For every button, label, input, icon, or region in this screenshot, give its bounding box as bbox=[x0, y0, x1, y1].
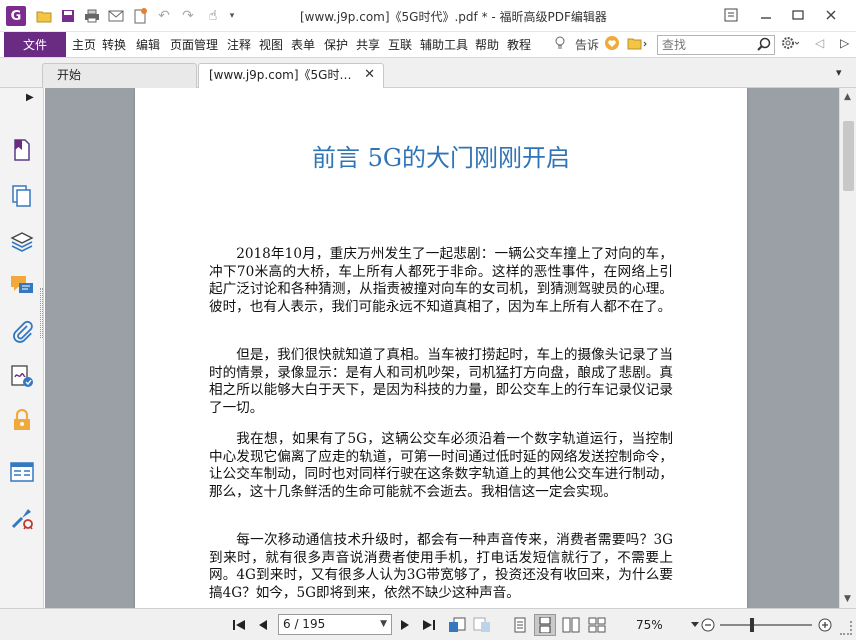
next-page-icon[interactable] bbox=[396, 616, 414, 634]
first-page-icon[interactable] bbox=[230, 616, 248, 634]
menu-convert[interactable]: 转换 bbox=[102, 36, 126, 53]
search-box[interactable] bbox=[657, 35, 775, 55]
continuous-view-icon[interactable] bbox=[534, 614, 556, 636]
status-bar: 6 / 195 ▼ 75% bbox=[0, 608, 856, 640]
chevron-down-icon[interactable]: ▼ bbox=[380, 615, 387, 634]
close-icon[interactable]: ✕ bbox=[364, 64, 375, 86]
previous-page-icon[interactable] bbox=[254, 616, 272, 634]
print-icon[interactable] bbox=[82, 6, 102, 26]
tab-bar: 开始 [www.j9p.com]《5G时… ✕ ▾ bbox=[0, 58, 856, 88]
tab-document[interactable]: [www.j9p.com]《5G时… ✕ bbox=[198, 63, 384, 88]
search-icon[interactable] bbox=[757, 37, 771, 55]
maximize-icon[interactable] bbox=[784, 4, 812, 26]
dropdown-icon[interactable]: ▾ bbox=[222, 6, 242, 26]
undo-icon[interactable]: ↶ bbox=[154, 6, 174, 26]
zoom-level[interactable]: 75% bbox=[636, 618, 663, 632]
document-paragraph: 每一次移动通信技术升级时，都会有一种声音传来，消费者需要吗？3G到来时，就有很多… bbox=[209, 532, 673, 601]
lightbulb-icon[interactable] bbox=[554, 36, 566, 53]
file-menu-button[interactable]: 文件 bbox=[4, 32, 66, 57]
app-logo-icon[interactable]: G bbox=[6, 6, 26, 26]
search-input[interactable] bbox=[658, 36, 754, 54]
menu-accessibility[interactable]: 辅助工具 bbox=[420, 36, 468, 53]
title-bar: G ↶ ↷ ☝ ▾ [www.j9p.com]《5G时代》.pdf * - 福昕… bbox=[0, 0, 856, 32]
redo-icon[interactable]: ↷ bbox=[178, 6, 198, 26]
heart-icon[interactable] bbox=[604, 35, 620, 54]
attachment-icon[interactable] bbox=[10, 320, 34, 344]
menu-form[interactable]: 表单 bbox=[291, 36, 315, 53]
menu-connect[interactable]: 互联 bbox=[388, 36, 412, 53]
restore-icon[interactable] bbox=[717, 4, 745, 26]
tell-me-label[interactable]: 告诉 bbox=[575, 36, 599, 53]
zoom-slider[interactable] bbox=[720, 624, 812, 626]
zoom-out-icon[interactable] bbox=[699, 616, 717, 634]
single-page-view-icon[interactable] bbox=[511, 616, 529, 634]
menu-bar: 文件 主页 转换 编辑 页面管理 注释 视图 表单 保护 共享 互联 辅助工具 … bbox=[0, 32, 856, 58]
layers-icon[interactable] bbox=[10, 230, 34, 254]
page-indicator: 6 / 195 bbox=[283, 617, 326, 631]
zoom-slider-handle[interactable] bbox=[750, 618, 755, 632]
window-title: [www.j9p.com]《5G时代》.pdf * - 福昕高级PDF编辑器 bbox=[300, 10, 607, 24]
tab-start[interactable]: 开始 bbox=[42, 63, 197, 88]
tools-icon[interactable] bbox=[10, 506, 34, 530]
ribbon-left-icon[interactable]: ◁ bbox=[815, 36, 824, 50]
menu-protect[interactable]: 保护 bbox=[324, 36, 348, 53]
open-icon[interactable] bbox=[34, 6, 54, 26]
close-icon[interactable] bbox=[817, 4, 845, 26]
expand-sidebar-icon[interactable]: ▶ bbox=[26, 92, 34, 103]
next-view-icon[interactable] bbox=[473, 616, 491, 634]
menu-comment[interactable]: 注释 bbox=[227, 36, 251, 53]
menu-view[interactable]: 视图 bbox=[259, 36, 283, 53]
document-paragraph: 但是，我们很快就知道了真相。当车被打捞起时，车上的摄像头记录了当时的情景，录像显… bbox=[209, 347, 673, 416]
zoom-in-icon[interactable] bbox=[816, 616, 834, 634]
hand-tool-icon[interactable]: ☝ bbox=[203, 6, 223, 26]
last-page-icon[interactable] bbox=[420, 616, 438, 634]
form-fields-icon[interactable] bbox=[10, 460, 34, 484]
new-icon[interactable] bbox=[130, 6, 150, 26]
previous-view-icon[interactable] bbox=[448, 616, 466, 634]
document-viewport[interactable]: 前言 5G的大门刚刚开启 2018年10月，重庆万州发生了一起悲剧：一辆公交车撞… bbox=[45, 88, 839, 608]
signature-icon[interactable] bbox=[10, 364, 34, 388]
navigation-sidebar: ▶ bbox=[0, 88, 44, 608]
scroll-down-icon[interactable]: ▼ bbox=[844, 594, 851, 604]
document-paragraph: 2018年10月，重庆万州发生了一起悲剧：一辆公交车撞上了对向的车，冲下70米高… bbox=[209, 246, 673, 315]
menu-page-management[interactable]: 页面管理 bbox=[170, 36, 218, 53]
document-heading: 前言 5G的大门刚刚开启 bbox=[311, 144, 571, 172]
scroll-up-icon[interactable]: ▲ bbox=[844, 92, 851, 102]
sidebar-resize-grip[interactable] bbox=[40, 288, 43, 338]
save-icon[interactable] bbox=[58, 6, 78, 26]
resize-grip-icon[interactable] bbox=[840, 621, 852, 635]
vertical-scrollbar[interactable]: ▲ ▼ bbox=[839, 88, 856, 608]
minimize-icon[interactable] bbox=[752, 4, 780, 26]
facing-view-icon[interactable] bbox=[562, 616, 580, 634]
pdf-page[interactable]: 前言 5G的大门刚刚开启 2018年10月，重庆万州发生了一起悲剧：一辆公交车撞… bbox=[135, 88, 747, 608]
email-icon[interactable] bbox=[106, 6, 126, 26]
tab-start-label: 开始 bbox=[57, 68, 82, 82]
document-paragraph: 我在想，如果有了5G，这辆公交车必须沿着一个数字轨道运行，当控制中心发现它偏离了… bbox=[209, 431, 673, 500]
comments-icon[interactable] bbox=[10, 274, 34, 298]
tab-document-label: [www.j9p.com]《5G时… bbox=[209, 68, 352, 82]
page-number-field[interactable]: 6 / 195 ▼ bbox=[278, 614, 392, 635]
menu-share[interactable]: 共享 bbox=[356, 36, 380, 53]
menu-home[interactable]: 主页 bbox=[72, 36, 96, 53]
tab-list-chevron-icon[interactable]: ▾ bbox=[836, 66, 842, 79]
bookmark-icon[interactable] bbox=[10, 138, 34, 162]
pages-icon[interactable] bbox=[10, 184, 34, 208]
gear-icon[interactable] bbox=[781, 35, 800, 54]
menu-help[interactable]: 帮助 bbox=[475, 36, 499, 53]
scrollbar-thumb[interactable] bbox=[843, 121, 854, 191]
menu-tutorial[interactable]: 教程 bbox=[507, 36, 531, 53]
ribbon-right-icon[interactable]: ▷ bbox=[840, 36, 849, 50]
menu-edit[interactable]: 编辑 bbox=[136, 36, 160, 53]
security-icon[interactable] bbox=[10, 408, 34, 432]
find-folder-icon[interactable] bbox=[627, 35, 649, 54]
continuous-facing-view-icon[interactable] bbox=[588, 616, 606, 634]
